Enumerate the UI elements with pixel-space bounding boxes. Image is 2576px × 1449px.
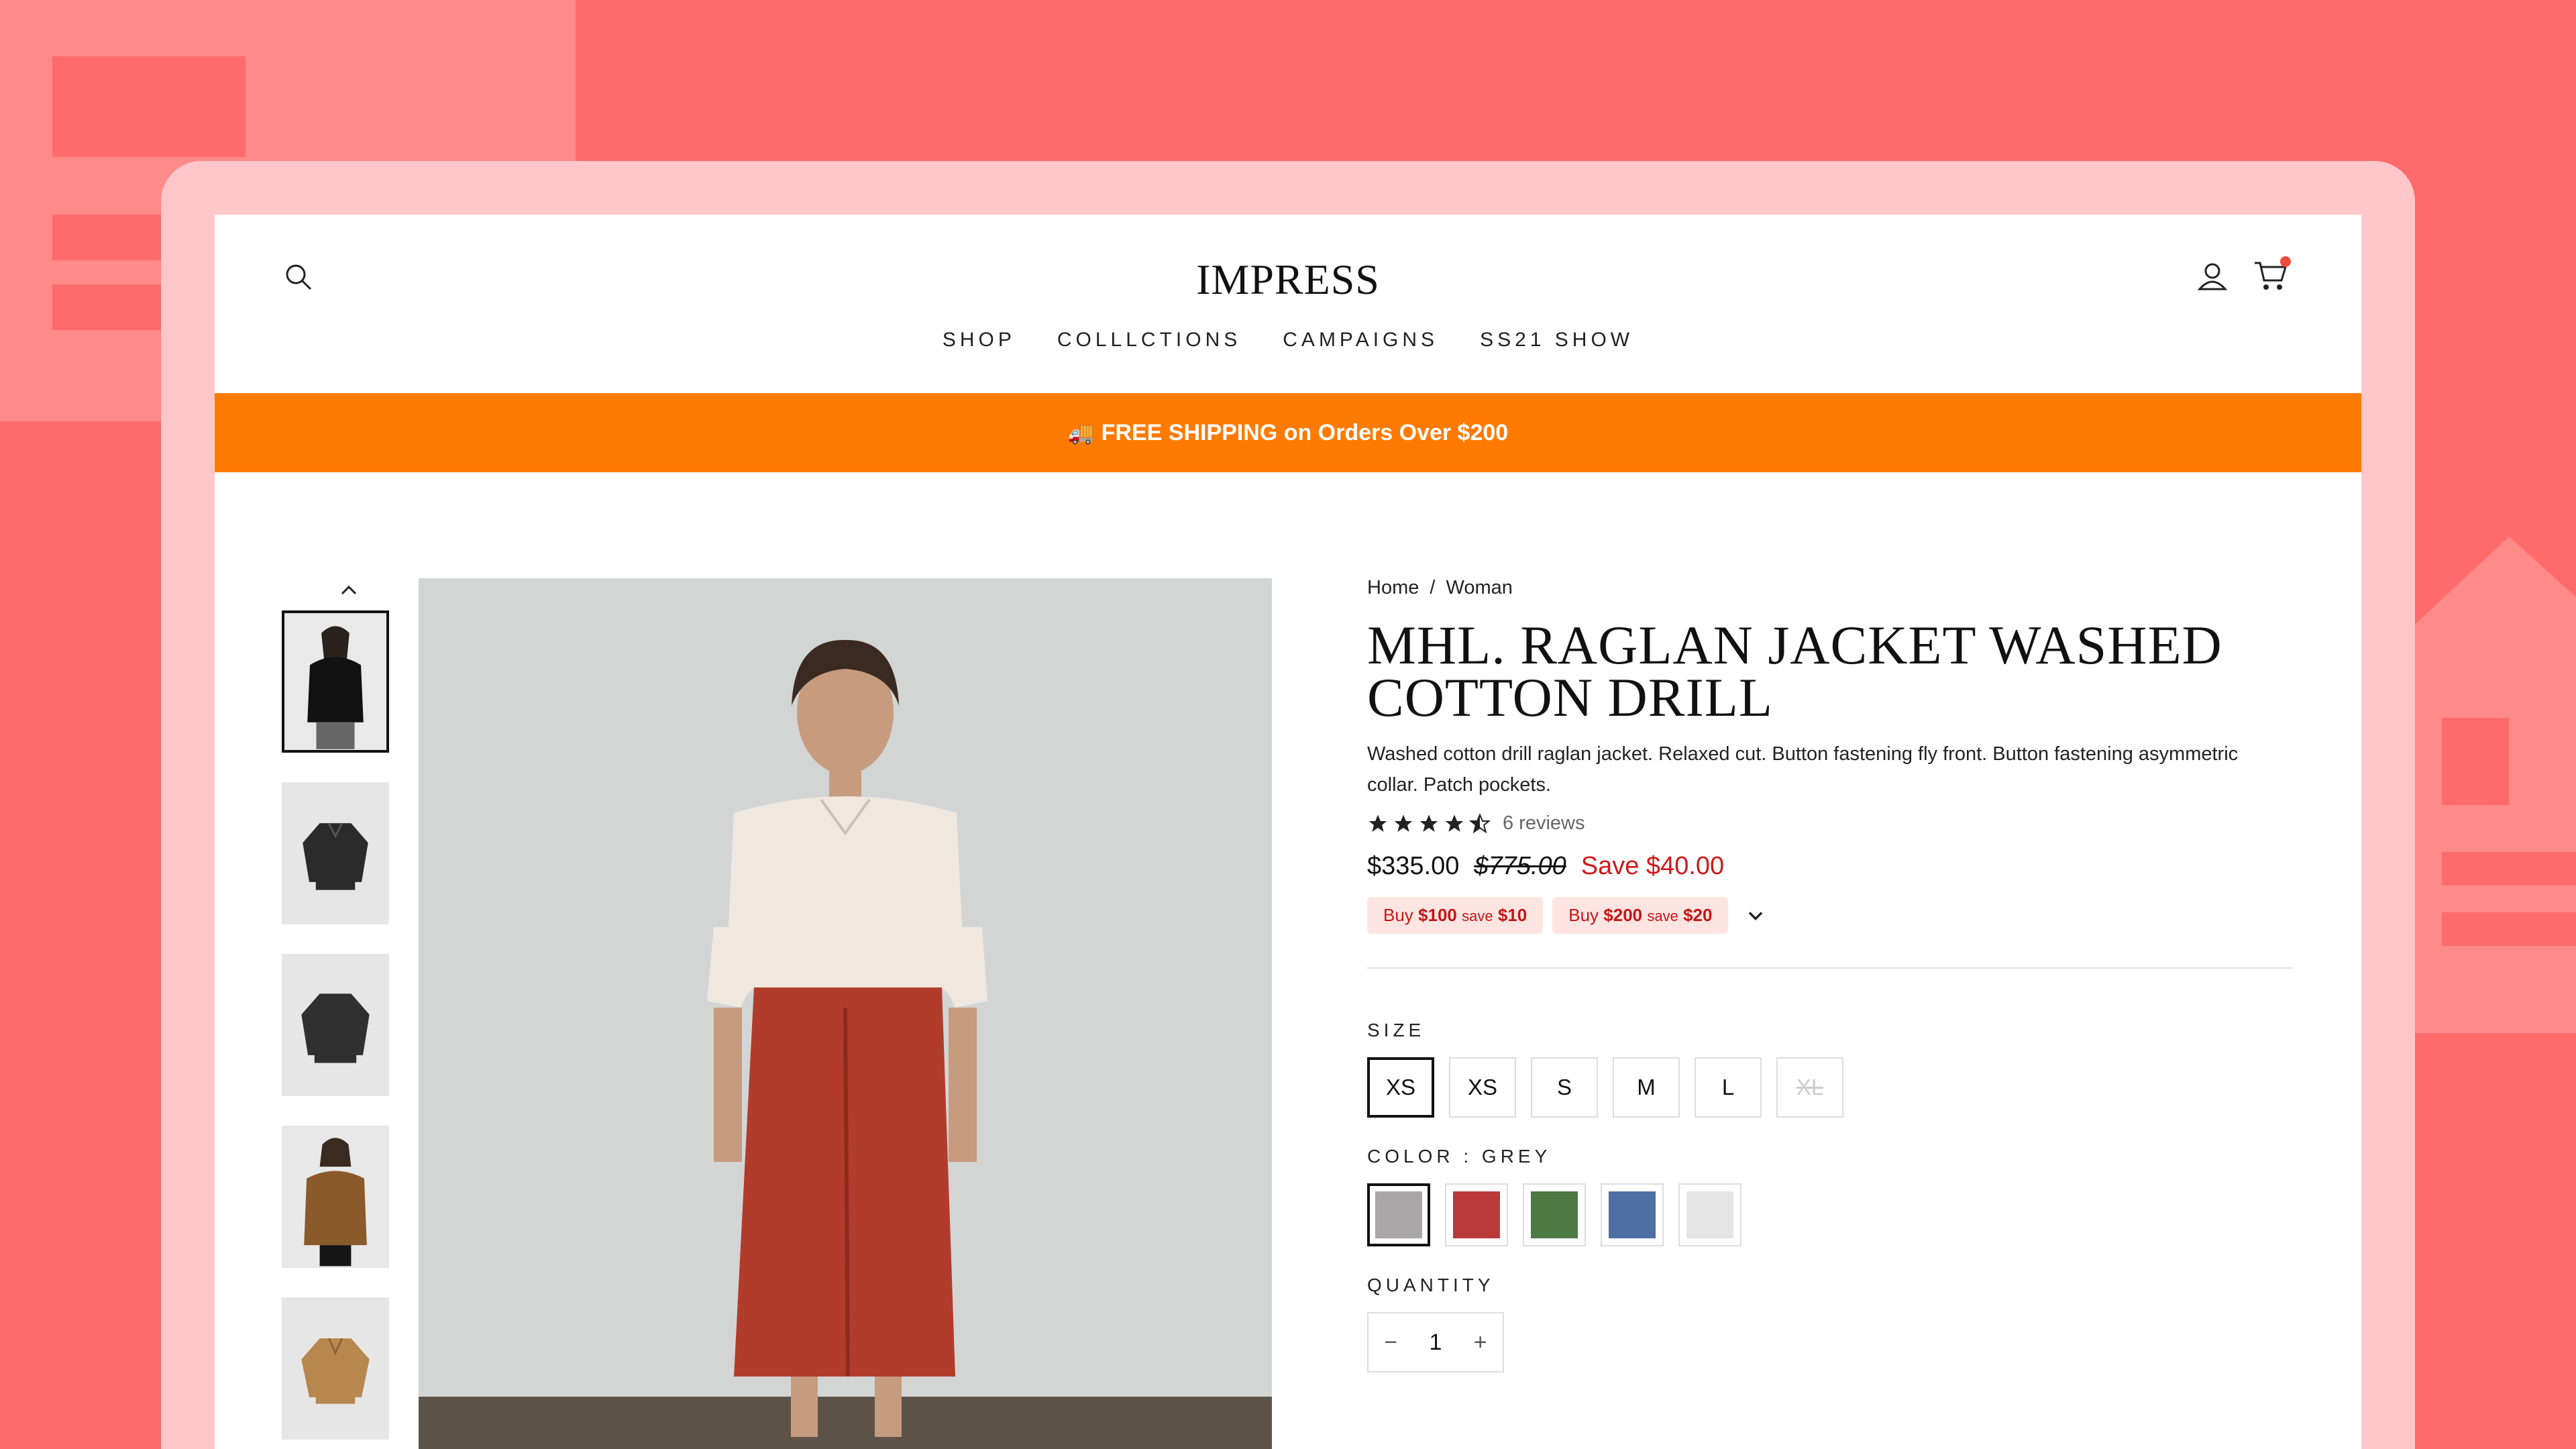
thumbnail-2[interactable] [282, 782, 389, 924]
offer-prefix: Buy [1568, 905, 1599, 925]
product-title: MHL. RAGLAN JACKET WASHED COTTON DRILL [1367, 614, 2222, 728]
bg-house-shape [2408, 537, 2576, 1033]
shipping-text: FREE SHIPPING on Orders Over $200 [1101, 419, 1509, 445]
color-swatch-green[interactable] [1523, 1183, 1586, 1246]
account-icon[interactable] [2194, 258, 2231, 295]
sale-price: $335.00 [1367, 852, 1460, 880]
color-swatch-red[interactable] [1445, 1183, 1508, 1246]
offer-mid: save [1647, 908, 1678, 924]
size-option[interactable]: XS [1449, 1057, 1516, 1118]
quantity-label: QUANTITY [1367, 1275, 1495, 1295]
chevron-down-icon[interactable] [1744, 904, 1767, 927]
cart-icon[interactable] [2251, 255, 2292, 295]
bg-line [52, 215, 173, 260]
swatch-fill [1531, 1191, 1578, 1238]
breadcrumb: Home / Woman [1367, 577, 2293, 599]
quantity-value[interactable]: 1 [1413, 1330, 1458, 1356]
rating-stars [1367, 812, 1491, 835]
thumbnail-5[interactable] [282, 1297, 389, 1440]
quantity-stepper: − 1 + [1367, 1312, 1504, 1373]
offer-mid: save [1462, 908, 1493, 924]
color-swatches [1367, 1183, 2293, 1246]
store-page: IMPRESS SHOP COLLLCTIONS CAMPAIGNS SS21 … [215, 215, 2361, 1449]
bg-block [52, 56, 246, 157]
size-option-unavailable[interactable]: XL [1776, 1057, 1843, 1118]
save-amount: Save $40.00 [1580, 852, 1725, 880]
chevron-up-icon[interactable] [322, 577, 376, 604]
nav-ss21-show[interactable]: SS21 SHOW [1480, 329, 1633, 352]
offer-amount: $100 [1418, 905, 1457, 925]
color-swatch-white[interactable] [1678, 1183, 1741, 1246]
star-icon [1394, 814, 1413, 832]
volume-offers: Buy $100 save $10 Buy $200 save $20 [1367, 897, 2293, 934]
breadcrumb-home[interactable]: Home [1367, 577, 1419, 598]
compare-price: $775.00 [1474, 852, 1566, 880]
nav-collections[interactable]: COLLLCTIONS [1057, 329, 1241, 352]
offer-badge[interactable]: Buy $200 save $20 [1552, 897, 1729, 934]
swatch-fill [1375, 1191, 1422, 1238]
quantity-increase-button[interactable]: + [1458, 1330, 1503, 1356]
size-option[interactable]: XS [1367, 1057, 1434, 1118]
offer-badge[interactable]: Buy $100 save $10 [1367, 897, 1544, 934]
size-option[interactable]: S [1531, 1057, 1598, 1118]
review-count[interactable]: 6 reviews [1503, 812, 1585, 835]
divider [1367, 967, 2293, 969]
product-info: Home / Woman MHL. RAGLAN JACKET WASHED C… [1367, 577, 2293, 1373]
color-label: COLOR : GREY [1367, 1146, 1552, 1167]
size-option[interactable]: L [1695, 1057, 1762, 1118]
shipping-banner: 🚚 FREE SHIPPING on Orders Over $200 [215, 393, 2361, 472]
offer-amount: $200 [1603, 905, 1643, 925]
offer-discount: $10 [1497, 905, 1527, 925]
main-nav: SHOP COLLLCTIONS CAMPAIGNS SS21 SHOW [215, 329, 2361, 352]
thumbnail-3[interactable] [282, 954, 389, 1096]
thumbnail-1[interactable] [282, 610, 389, 753]
product-main-image[interactable] [419, 578, 1272, 1449]
thumbnail-list [282, 610, 392, 1449]
offer-prefix: Buy [1383, 905, 1413, 925]
swatch-fill [1453, 1191, 1500, 1238]
product-description: Washed cotton drill raglan jacket. Relax… [1367, 743, 2239, 796]
color-swatch-grey[interactable] [1367, 1183, 1430, 1246]
nav-campaigns[interactable]: CAMPAIGNS [1283, 329, 1438, 352]
color-swatch-blue[interactable] [1601, 1183, 1664, 1246]
nav-shop[interactable]: SHOP [943, 329, 1016, 352]
half-star-icon [1469, 812, 1491, 833]
swatch-fill [1609, 1191, 1656, 1238]
product-rating[interactable]: 6 reviews [1367, 812, 2293, 835]
offer-discount: $20 [1683, 905, 1713, 925]
size-option[interactable]: M [1613, 1057, 1680, 1118]
star-icon [1445, 814, 1464, 832]
store-logo[interactable]: IMPRESS [215, 255, 2361, 305]
bg-line [52, 284, 173, 330]
price-row: $335.00 $775.00 Save $40.00 [1367, 852, 2293, 881]
thumbnail-4[interactable] [282, 1126, 389, 1268]
quantity-decrease-button[interactable]: − [1368, 1330, 1413, 1356]
swatch-fill [1686, 1191, 1733, 1238]
truck-icon: 🚚 [1067, 421, 1095, 445]
breadcrumb-current[interactable]: Woman [1446, 577, 1513, 598]
size-label: SIZE [1367, 1020, 1426, 1040]
site-header: IMPRESS SHOP COLLLCTIONS CAMPAIGNS SS21 … [215, 215, 2361, 393]
star-icon [1368, 814, 1387, 832]
star-icon [1419, 814, 1438, 832]
breadcrumb-separator: / [1430, 577, 1436, 598]
size-options: XS XS S M L XL [1367, 1057, 2293, 1118]
